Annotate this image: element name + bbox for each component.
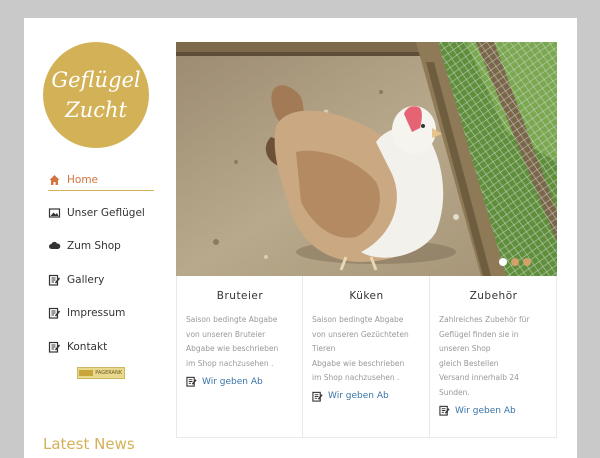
- image-icon: [48, 208, 61, 218]
- pagerank-badge[interactable]: PAGERANK: [77, 367, 125, 379]
- card-text-line: Tieren: [312, 344, 336, 353]
- logo-line-1: Geflügel: [51, 68, 141, 92]
- card-text-line: von unseren Gezüchteten: [312, 329, 409, 339]
- card-link[interactable]: Wir geben Ab: [439, 405, 548, 416]
- card-text-line: Sunden.: [439, 387, 470, 397]
- nav-item-zum-shop[interactable]: Zum Shop: [48, 230, 154, 264]
- slider-dot-1[interactable]: [499, 258, 507, 266]
- card-kueken: Küken Saison bedingte Abgabe von unseren…: [303, 276, 430, 438]
- edit-icon: [186, 376, 197, 387]
- card-text-line: Abgabe wie beschrieben: [312, 358, 405, 368]
- logo-line-2: Zucht: [65, 98, 127, 122]
- slider-dot-3[interactable]: [523, 258, 531, 266]
- card-text: Saison bedingte Abgabe von unseren Gezüc…: [312, 313, 421, 386]
- edit-icon: [312, 391, 323, 402]
- nav-label: Impressum: [67, 307, 126, 320]
- card-link-label: Wir geben Ab: [455, 405, 516, 416]
- nav-label: Kontakt: [67, 340, 108, 353]
- slider-dot-2[interactable]: [511, 258, 519, 266]
- nav-label: Gallery: [67, 273, 105, 286]
- card-text-line: unseren Shop: [439, 344, 491, 353]
- feature-cards: Bruteier Saison bedingte Abgabe von unse…: [176, 276, 557, 438]
- nav-label: Unser Geflügel: [67, 206, 145, 219]
- edit-icon: [48, 341, 61, 353]
- card-title: Küken: [349, 290, 384, 302]
- nav-item-unser-gefluegel[interactable]: Unser Geflügel: [48, 196, 154, 230]
- card-bruteier: Bruteier Saison bedingte Abgabe von unse…: [176, 276, 303, 438]
- card-text-line: Zahlreiches Zubehör für: [439, 315, 530, 324]
- card-text-line: Saison bedingte Abgabe: [186, 315, 278, 324]
- card-link[interactable]: Wir geben Ab: [186, 376, 294, 387]
- card-link[interactable]: Wir geben Ab: [312, 391, 421, 402]
- cloud-icon: [49, 242, 61, 250]
- hero-image: [176, 42, 557, 276]
- card-link-label: Wir geben Ab: [202, 376, 263, 387]
- hero-slider[interactable]: [176, 42, 557, 276]
- page-container: Geflügel Zucht Home Unser Geflügel Zum S…: [24, 18, 577, 458]
- card-text-line: Versand innerhalb 24: [439, 373, 519, 382]
- nav-item-gallery[interactable]: Gallery: [48, 263, 154, 297]
- card-text-line: gleich Bestellen: [439, 358, 499, 368]
- nav-label: Home: [67, 174, 99, 186]
- latest-news-heading: Latest News: [43, 435, 135, 453]
- slider-dots: [499, 258, 531, 266]
- card-text: Zahlreiches Zubehör für Geflügel finden …: [439, 313, 548, 400]
- nav-item-kontakt[interactable]: Kontakt: [48, 330, 154, 364]
- home-icon: [49, 175, 60, 185]
- card-text-line: im Shop nachzusehen .: [186, 358, 274, 368]
- sidebar-nav: Home Unser Geflügel Zum Shop Gallery Imp…: [48, 170, 154, 364]
- nav-item-impressum[interactable]: Impressum: [48, 297, 154, 331]
- card-title: Bruteier: [216, 290, 264, 302]
- card-link-label: Wir geben Ab: [328, 391, 389, 401]
- edit-icon: [48, 308, 61, 319]
- card-text-line: von unseren Bruteier: [186, 329, 266, 339]
- edit-icon: [439, 405, 450, 416]
- card-text-line: Geflügel finden sie in: [439, 329, 519, 339]
- pagerank-label: PAGERANK: [95, 370, 122, 376]
- card-title: Zubehör: [469, 290, 518, 302]
- card-text-line: Abgabe wie beschrieben: [186, 344, 279, 353]
- pagerank-bar: [79, 370, 93, 376]
- card-text-line: Saison bedingte Abgabe: [312, 315, 404, 324]
- card-zubehoer: Zubehör Zahlreiches Zubehör für Geflügel…: [430, 276, 557, 438]
- card-text: Saison bedingte Abgabe von unseren Brute…: [186, 313, 294, 371]
- nav-label: Zum Shop: [67, 240, 121, 253]
- card-text-line: im Shop nachzusehen .: [312, 373, 400, 382]
- nav-item-home[interactable]: Home: [48, 170, 154, 191]
- site-logo[interactable]: Geflügel Zucht: [43, 42, 149, 148]
- edit-icon: [48, 274, 61, 286]
